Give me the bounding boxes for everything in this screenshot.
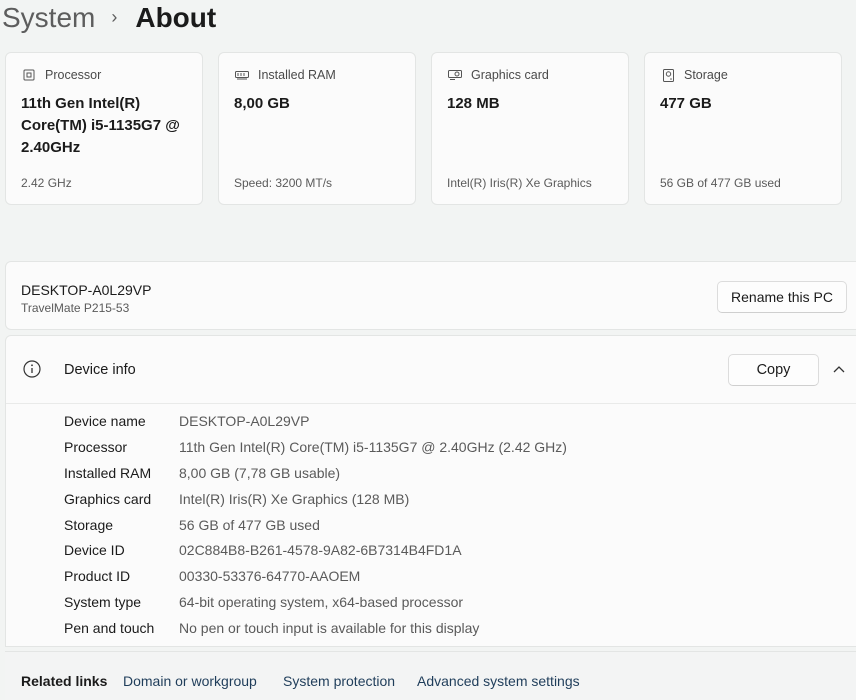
copy-button[interactable]: Copy [728,354,819,386]
info-value: 02C884B8-B261-4578-9A82-6B7314B4FD1A [179,542,462,558]
info-key: Product ID [64,568,131,584]
breadcrumb-parent[interactable]: System [2,2,95,34]
card-label: Processor [45,68,102,82]
info-row-graphics-card: Graphics card Intel(R) Iris(R) Xe Graphic… [64,491,409,511]
rename-pc-button[interactable]: Rename this PC [717,281,847,313]
info-value: No pen or touch input is available for t… [179,620,480,636]
processor-card: Processor 11th Gen Intel(R) Core(TM) i5-… [5,52,203,205]
card-subtext: 56 GB of 477 GB used [660,176,781,190]
info-row-installed-ram: Installed RAM 8,00 GB (7,78 GB usable) [64,465,340,485]
info-value: 00330-53376-64770-AAOEM [179,568,361,584]
pc-model: TravelMate P215-53 [21,301,130,315]
info-value: DESKTOP-A0L29VP [179,413,310,429]
storage-icon [660,68,676,82]
info-row-pen-and-touch: Pen and touch No pen or touch input is av… [64,620,479,640]
card-label: Graphics card [471,68,549,82]
info-row-product-id: Product ID 00330-53376-64770-AAOEM [64,568,360,588]
card-label: Installed RAM [258,68,336,82]
info-key: Installed RAM [64,465,152,481]
info-key: Device name [64,413,146,429]
domain-or-workgroup-link[interactable]: Domain or workgroup [123,673,257,689]
card-value: 11th Gen Intel(R) Core(TM) i5-1135G7 @ 2… [21,95,180,156]
page-title: About [135,2,217,33]
chevron-up-icon[interactable] [832,364,846,374]
info-row-processor: Processor 11th Gen Intel(R) Core(TM) i5-1… [64,439,567,459]
breadcrumb: System › About [2,0,216,36]
info-row-storage: Storage 56 GB of 477 GB used [64,517,320,537]
info-key: Processor [64,439,128,455]
ram-icon [234,68,250,82]
info-value: 56 GB of 477 GB used [179,517,320,533]
info-key: Graphics card [64,491,152,507]
card-label: Storage [684,68,728,82]
card-value: 477 GB [660,95,712,112]
related-links-label: Related links [21,673,108,689]
card-subtext: 2.42 GHz [21,176,72,190]
device-info-header[interactable]: Device info Copy [6,336,856,404]
info-key: Device ID [64,542,125,558]
info-row-device-name: Device name DESKTOP-A0L29VP [64,413,309,433]
info-key: Storage [64,517,114,533]
related-links-bar: Related links Domain or workgroup System… [5,651,856,700]
card-subtext: Speed: 3200 MT/s [234,176,333,190]
info-key: System type [64,594,142,610]
graphics-card-icon [447,68,463,82]
info-value: 11th Gen Intel(R) Core(TM) i5-1135G7 @ 2… [179,439,567,455]
storage-card: Storage 477 GB 56 GB of 477 GB used [644,52,842,205]
card-value: 128 MB [447,95,500,112]
device-info-panel: Device info Copy Device name DESKTOP-A0L2… [5,335,856,647]
info-icon [23,360,41,378]
breadcrumb-separator: › [111,6,118,27]
graphics-card: Graphics card 128 MB Intel(R) Iris(R) Xe… [431,52,629,205]
pc-name-panel: DESKTOP-A0L29VP TravelMate P215-53 Renam… [5,261,856,330]
device-info-title: Device info [64,362,136,378]
processor-icon [21,68,37,82]
info-value: 64-bit operating system, x64-based proce… [179,594,464,610]
info-value: 8,00 GB (7,78 GB usable) [179,465,341,481]
advanced-system-settings-link[interactable]: Advanced system settings [417,673,580,689]
info-key: Pen and touch [64,620,155,636]
ram-card: Installed RAM 8,00 GB Speed: 3200 MT/s [218,52,416,205]
pc-name: DESKTOP-A0L29VP [21,282,152,298]
info-row-system-type: System type 64-bit operating system, x64-… [64,594,463,614]
info-row-device-id: Device ID 02C884B8-B261-4578-9A82-6B7314B… [64,542,462,562]
card-value: 8,00 GB [234,95,290,112]
card-subtext: Intel(R) Iris(R) Xe Graphics [447,176,592,190]
system-protection-link[interactable]: System protection [283,673,395,689]
info-value: Intel(R) Iris(R) Xe Graphics (128 MB) [179,491,410,507]
